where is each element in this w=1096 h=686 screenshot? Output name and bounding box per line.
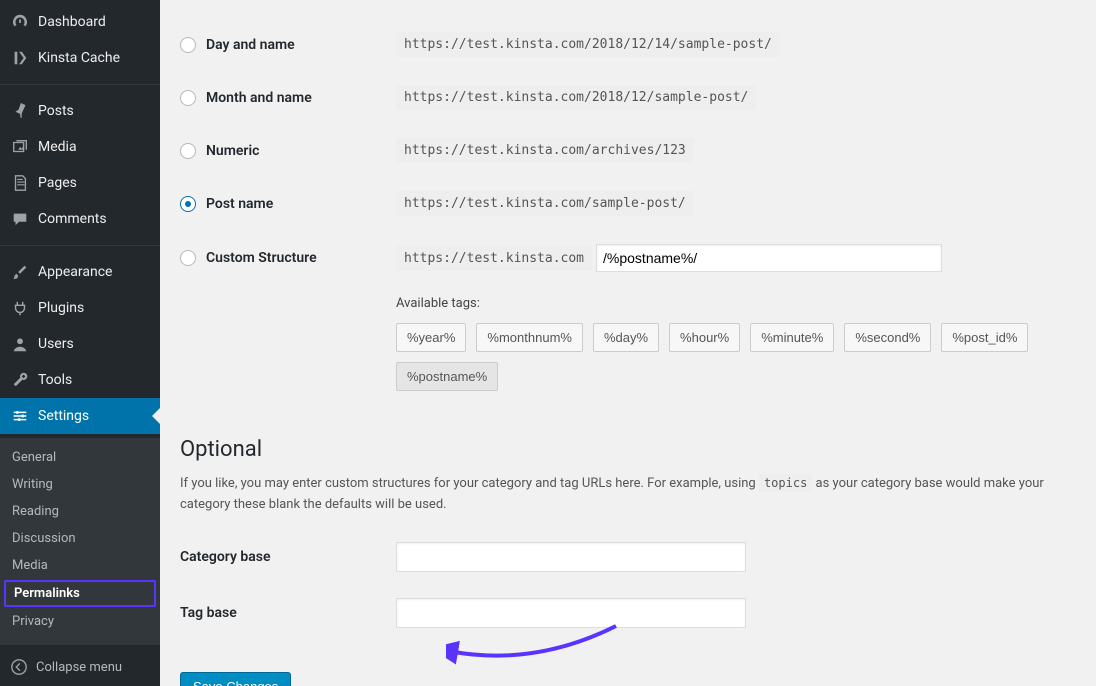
permalink-option-day-name: Day and name https://test.kinsta.com/2018… [180,18,1096,71]
submenu-item-privacy[interactable]: Privacy [0,608,160,635]
category-base-label: Category base [180,549,396,565]
optional-description: If you like, you may enter custom struct… [180,474,1096,516]
option-label: Day and name [206,37,295,53]
sidebar-item-label: Users [38,336,74,352]
sidebar-item-label: Tools [38,372,72,388]
tag-monthnum[interactable]: %monthnum% [476,323,583,352]
tag-base-input[interactable] [396,598,746,628]
submenu-item-writing[interactable]: Writing [0,471,160,498]
sidebar-item-label: Appearance [38,264,112,280]
tag-minute[interactable]: %minute% [750,323,834,352]
brush-icon [10,262,30,282]
tag-post_id[interactable]: %post_id% [941,323,1028,352]
tag-second[interactable]: %second% [844,323,931,352]
pages-icon [10,173,30,193]
sidebar-item-label: Posts [38,103,74,119]
sidebar-item-pages[interactable]: Pages [0,165,160,201]
sidebar-item-appearance[interactable]: Appearance [0,254,160,290]
submenu-item-general[interactable]: General [0,444,160,471]
sidebar-item-kinsta-cache[interactable]: Kinsta Cache [0,40,160,76]
example-url: https://test.kinsta.com/sample-post/ [396,191,694,216]
sidebar-item-label: Pages [38,175,77,191]
example-url: https://test.kinsta.com/archives/123 [396,138,694,163]
admin-sidebar: Dashboard Kinsta Cache Posts Media Pages Com… [0,0,160,686]
available-tags-label: Available tags: [396,296,1096,311]
tag-year[interactable]: %year% [396,323,466,352]
tag-day[interactable]: %day% [593,323,659,352]
permalink-option-custom: Custom Structure https://test.kinsta.com [180,230,1096,286]
sidebar-item-plugins[interactable]: Plugins [0,290,160,326]
sidebar-item-label: Media [38,139,77,155]
radio-custom[interactable] [180,250,196,266]
permalink-option-month-name: Month and name https://test.kinsta.com/20… [180,71,1096,124]
sidebar-item-tools[interactable]: Tools [0,362,160,398]
submenu-item-permalinks[interactable]: Permalinks [4,580,156,607]
save-changes-button[interactable]: Save Changes [180,672,291,686]
comment-icon [10,209,30,229]
submenu-item-media[interactable]: Media [0,552,160,579]
option-label: Numeric [206,143,259,159]
example-url: https://test.kinsta.com/2018/12/14/sampl… [396,32,780,57]
permalink-option-numeric: Numeric https://test.kinsta.com/archives/… [180,124,1096,177]
submenu-item-discussion[interactable]: Discussion [0,525,160,552]
optional-heading: Optional [180,437,1096,462]
sidebar-item-label: Plugins [38,300,84,316]
permalink-option-post-name: Post name https://test.kinsta.com/sample-… [180,177,1096,230]
sidebar-item-comments[interactable]: Comments [0,201,160,237]
collapse-icon [10,658,28,676]
sidebar-item-users[interactable]: Users [0,326,160,362]
sliders-icon [10,406,30,426]
settings-submenu: GeneralWritingReadingDiscussionMediaPerm… [0,438,160,645]
category-base-input[interactable] [396,542,746,572]
kinsta-icon [10,48,30,68]
option-label: Custom Structure [206,250,317,266]
custom-structure-input[interactable] [596,244,942,272]
radio-post-name[interactable] [180,196,196,212]
pin-icon [10,101,30,121]
option-label: Month and name [206,90,312,106]
example-url: https://test.kinsta.com/2018/12/sample-p… [396,85,756,110]
sidebar-item-media[interactable]: Media [0,129,160,165]
main-content: Day and name https://test.kinsta.com/2018… [160,0,1096,686]
wrench-icon [10,370,30,390]
sidebar-item-label: Comments [38,211,107,227]
dashboard-icon [10,12,30,32]
option-label: Post name [206,196,273,212]
radio-day-name[interactable] [180,37,196,53]
sidebar-item-dashboard[interactable]: Dashboard [0,4,160,40]
sidebar-item-settings[interactable]: Settings [0,398,160,434]
sidebar-item-posts[interactable]: Posts [0,93,160,129]
example-code: topics [759,474,812,492]
sidebar-item-label: Kinsta Cache [38,50,120,66]
plug-icon [10,298,30,318]
custom-base-url: https://test.kinsta.com [396,246,592,271]
media-icon [10,137,30,157]
radio-numeric[interactable] [180,143,196,159]
tag-hour[interactable]: %hour% [669,323,740,352]
sidebar-item-label: Dashboard [38,14,106,30]
submenu-item-reading[interactable]: Reading [0,498,160,525]
user-icon [10,334,30,354]
collapse-label: Collapse menu [36,660,122,675]
available-tags: %year% %monthnum% %day% %hour% %minute% %seco… [396,323,1096,391]
tag-base-label: Tag base [180,605,396,621]
sidebar-item-label: Settings [38,408,89,424]
radio-month-name[interactable] [180,90,196,106]
tag-postname[interactable]: %postname% [396,362,498,391]
collapse-menu-button[interactable]: Collapse menu [0,648,160,686]
